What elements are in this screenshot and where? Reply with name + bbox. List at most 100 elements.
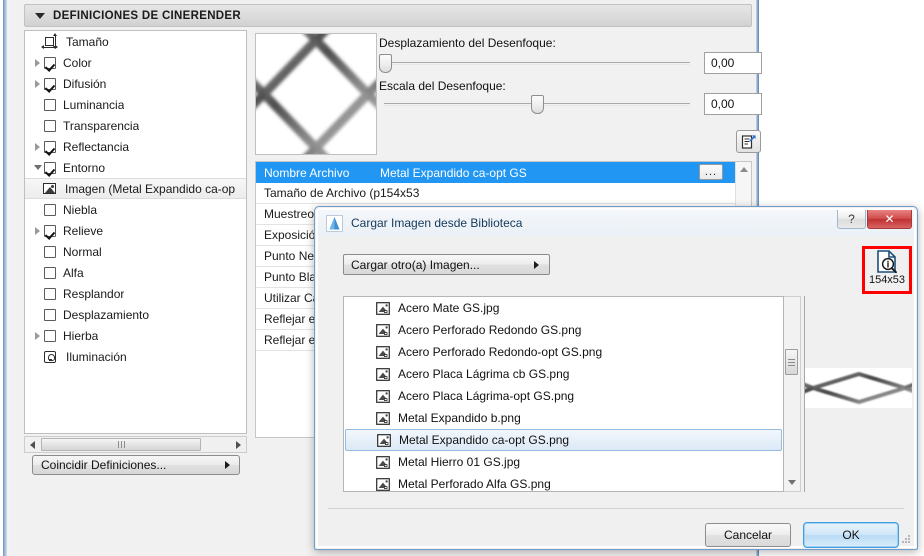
tree-item-niebla[interactable]: Niebla [25,199,246,220]
blur-scale-slider-handle[interactable] [531,95,544,114]
match-definitions-button[interactable]: Coincidir Definiciones... [32,455,240,475]
image-file-icon [376,345,390,359]
image-file-list[interactable]: Acero Mate GS.jpg Acero Perforado Redondo… [343,296,784,492]
scroll-track[interactable] [40,437,231,452]
list-item[interactable]: Acero Perforado Redondo GS.png [344,319,783,341]
tree-item-reflectancia[interactable]: Reflectancia [25,136,246,157]
checkbox-relieve[interactable] [44,224,56,237]
image-size-badge[interactable]: 154x53 [866,249,908,291]
checkbox-reflectancia[interactable] [44,140,56,153]
blur-offset-slider-track[interactable] [380,62,690,65]
expand-twisty-icon[interactable] [31,331,44,340]
tree-item-luminancia[interactable]: Luminancia [25,94,246,115]
list-item[interactable]: Acero Perforado Redondo-opt GS.png [344,341,783,363]
tree-item-hierba[interactable]: Hierba [25,325,246,346]
channel-tree[interactable]: Tamaño Color Difusión Luminancia Transparenc… [24,30,247,434]
tree-item-resplandor[interactable]: Resplandor [25,283,246,304]
checkbox-entorno[interactable] [44,161,56,174]
expand-twisty-icon[interactable] [31,226,44,235]
selected-image-preview [805,368,912,408]
checkbox-normal[interactable] [44,245,56,258]
dialog-window-buttons: ? ✕ [837,210,912,229]
checkbox-niebla[interactable] [44,203,56,216]
blur-offset-value-input[interactable]: 0,00 [704,52,762,74]
file-name-label: Metal Expandido b.png [398,411,521,425]
mesh-pattern-preview [256,34,376,154]
tree-item-label: Reflectancia [63,139,130,154]
expand-twisty-icon[interactable] [31,58,44,67]
tree-item-tamao[interactable]: Tamaño [25,31,246,52]
scroll-thumb[interactable] [41,438,201,451]
blur-offset-value: 0,00 [711,56,735,70]
file-list-scroll-thumb[interactable] [785,349,798,375]
cancel-button[interactable]: Cancelar [705,523,791,547]
tree-item-entorno[interactable]: Entorno [25,157,246,178]
image-size-text: 154x53 [868,274,906,286]
grip-icon [117,441,125,448]
tree-item-label: Transparencia [63,118,140,133]
list-item[interactable]: Acero Placa Lágrima cb GS.png [344,363,783,385]
tree-item-transparencia[interactable]: Transparencia [25,115,246,136]
list-item[interactable]: Acero Placa Lágrima-opt GS.png [344,385,783,407]
tree-item-alfa[interactable]: Alfa [25,262,246,283]
file-name-label: Metal Hierro 01 GS.jpg [398,455,521,469]
image-icon [43,182,59,196]
resize-grip-icon[interactable] [900,533,910,543]
scroll-down-arrow-icon[interactable] [784,475,799,489]
table-row[interactable]: Tamaño de Archivo (px) 154x53 [256,183,751,204]
checkbox-hierba[interactable] [44,329,56,342]
checkbox-alfa[interactable] [44,266,56,279]
help-button[interactable]: ? [837,210,866,229]
checkbox-resplandor[interactable] [44,287,56,300]
ok-button[interactable]: OK [803,522,899,548]
tree-item-label: Imagen (Metal Expandido ca-op [65,181,236,196]
image-file-icon [376,477,390,491]
tree-item-color[interactable]: Color [25,52,246,73]
checkbox-color[interactable] [44,56,56,69]
checkbox-desplazamiento[interactable] [44,308,56,321]
table-row[interactable]: Nombre Archivo Metal Expandido ca-opt GS.… [256,162,751,183]
tree-item-imagen[interactable]: Imagen (Metal Expandido ca-op [25,178,246,199]
expand-twisty-icon[interactable] [31,79,44,88]
list-item[interactable]: Metal Expandido b.png [344,407,783,429]
property-name: Nombre Archivo [264,165,350,180]
image-file-icon [376,301,390,315]
blur-scale-label: Escala del Desenfoque: [379,79,506,93]
tree-item-difusin[interactable]: Difusión [25,73,246,94]
dialog-separator [328,508,904,509]
tree-item-relieve[interactable]: Relieve [25,220,246,241]
list-item[interactable]: Metal Perforado Alfa GS.png [344,473,783,491]
image-file-icon [376,323,390,337]
load-other-image-button[interactable]: Cargar otro(a) Imagen... [343,254,550,275]
export-definition-button[interactable] [736,130,761,153]
list-item[interactable]: Metal Hierro 01 GS.jpg [344,451,783,473]
blur-offset-slider-handle[interactable] [379,54,392,73]
tree-item-iluminacin[interactable]: Iluminación [25,346,246,367]
list-item[interactable]: Metal Expandido ca-opt GS.png [345,429,782,451]
browse-file-button[interactable]: ... [699,164,723,180]
file-name-label: Acero Placa Lágrima cb GS.png [398,367,570,381]
tree-item-label: Relieve [63,223,104,238]
blur-scale-value-input[interactable]: 0,00 [704,93,762,115]
file-name-label: Metal Perforado Alfa GS.png [398,477,551,491]
collapse-triangle-icon[interactable] [35,12,45,19]
checkbox-difusin[interactable] [44,77,56,90]
tree-item-label: Normal [63,244,102,259]
document-arrow-icon [741,134,756,149]
expand-twisty-icon[interactable] [31,142,44,151]
collapse-twisty-icon[interactable] [31,165,44,170]
close-button[interactable]: ✕ [867,210,912,229]
image-file-icon [376,367,390,381]
tree-horizontal-scrollbar[interactable] [24,436,247,453]
dialog-title-bar[interactable]: Cargar Imagen desde Biblioteca ? ✕ [318,210,914,236]
scroll-up-arrow-icon[interactable] [736,162,751,177]
list-item[interactable]: Acero Mate GS.jpg [344,297,783,319]
tree-item-normal[interactable]: Normal [25,241,246,262]
checkbox-transparencia[interactable] [44,119,56,132]
file-list-vertical-scrollbar[interactable] [784,296,801,492]
checkbox-luminancia[interactable] [44,98,56,111]
scroll-left-arrow-icon[interactable] [25,437,40,452]
scroll-right-arrow-icon[interactable] [231,437,246,452]
section-header-cinerender[interactable]: DEFINICIONES DE CINERENDER [24,4,752,27]
tree-item-desplazamiento[interactable]: Desplazamiento [25,304,246,325]
